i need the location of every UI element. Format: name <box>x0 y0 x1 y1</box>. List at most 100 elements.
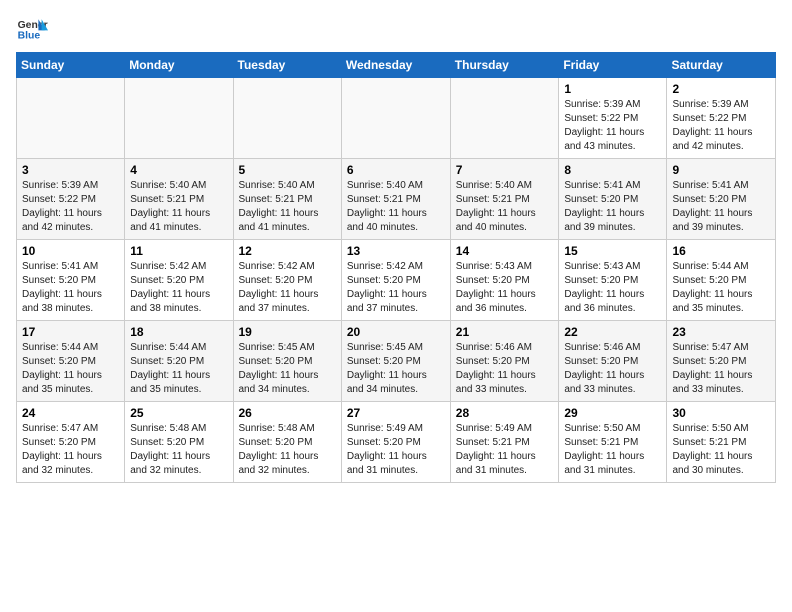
day-number: 19 <box>239 325 336 339</box>
day-info: Sunrise: 5:47 AM Sunset: 5:20 PM Dayligh… <box>672 341 770 397</box>
day-number: 21 <box>456 325 554 339</box>
day-info: Sunrise: 5:50 AM Sunset: 5:21 PM Dayligh… <box>672 422 770 478</box>
calendar-cell <box>450 78 559 159</box>
weekday-header: Saturday <box>667 53 776 78</box>
calendar-cell: 19 Sunrise: 5:45 AM Sunset: 5:20 PM Dayli… <box>233 321 341 402</box>
day-number: 1 <box>564 82 661 96</box>
day-info: Sunrise: 5:44 AM Sunset: 5:20 PM Dayligh… <box>130 341 227 397</box>
day-info: Sunrise: 5:42 AM Sunset: 5:20 PM Dayligh… <box>239 260 336 316</box>
day-info: Sunrise: 5:43 AM Sunset: 5:20 PM Dayligh… <box>564 260 661 316</box>
day-info: Sunrise: 5:42 AM Sunset: 5:20 PM Dayligh… <box>347 260 445 316</box>
calendar-cell: 27 Sunrise: 5:49 AM Sunset: 5:20 PM Dayli… <box>341 402 450 483</box>
calendar-cell: 23 Sunrise: 5:47 AM Sunset: 5:20 PM Dayli… <box>667 321 776 402</box>
calendar-week-row: 10 Sunrise: 5:41 AM Sunset: 5:20 PM Dayli… <box>17 240 776 321</box>
calendar-week-row: 3 Sunrise: 5:39 AM Sunset: 5:22 PM Daylig… <box>17 159 776 240</box>
calendar-cell: 15Sunrise: 5:43 AM Sunset: 5:20 PM Dayli… <box>559 240 667 321</box>
day-info: Sunrise: 5:41 AM Sunset: 5:20 PM Dayligh… <box>564 179 661 235</box>
day-info: Sunrise: 5:40 AM Sunset: 5:21 PM Dayligh… <box>239 179 336 235</box>
calendar-cell: 7 Sunrise: 5:40 AM Sunset: 5:21 PM Daylig… <box>450 159 559 240</box>
day-info: Sunrise: 5:46 AM Sunset: 5:20 PM Dayligh… <box>564 341 661 397</box>
day-number: 3 <box>22 163 119 177</box>
calendar-cell: 30 Sunrise: 5:50 AM Sunset: 5:21 PM Dayli… <box>667 402 776 483</box>
day-info: Sunrise: 5:39 AM Sunset: 5:22 PM Dayligh… <box>564 98 661 154</box>
calendar-cell: 1 Sunrise: 5:39 AM Sunset: 5:22 PM Daylig… <box>559 78 667 159</box>
day-number: 22 <box>564 325 661 339</box>
calendar-cell: 25 Sunrise: 5:48 AM Sunset: 5:20 PM Dayli… <box>125 402 233 483</box>
calendar-cell: 14 Sunrise: 5:43 AM Sunset: 5:20 PM Dayli… <box>450 240 559 321</box>
calendar-cell <box>341 78 450 159</box>
weekday-header: Friday <box>559 53 667 78</box>
day-number: 30 <box>672 406 770 420</box>
day-number: 20 <box>347 325 445 339</box>
day-number: 4 <box>130 163 227 177</box>
day-info: Sunrise: 5:49 AM Sunset: 5:20 PM Dayligh… <box>347 422 445 478</box>
day-info: Sunrise: 5:41 AM Sunset: 5:20 PM Dayligh… <box>22 260 119 316</box>
day-number: 18 <box>130 325 227 339</box>
weekday-header: Thursday <box>450 53 559 78</box>
day-number: 23 <box>672 325 770 339</box>
day-number: 25 <box>130 406 227 420</box>
day-info: Sunrise: 5:45 AM Sunset: 5:20 PM Dayligh… <box>239 341 336 397</box>
logo-icon: General Blue <box>16 16 48 44</box>
day-number: 7 <box>456 163 554 177</box>
day-number: 17 <box>22 325 119 339</box>
day-info: Sunrise: 5:46 AM Sunset: 5:20 PM Dayligh… <box>456 341 554 397</box>
day-info: Sunrise: 5:41 AM Sunset: 5:20 PM Dayligh… <box>672 179 770 235</box>
day-number: 27 <box>347 406 445 420</box>
calendar-cell: 21 Sunrise: 5:46 AM Sunset: 5:20 PM Dayli… <box>450 321 559 402</box>
day-info: Sunrise: 5:39 AM Sunset: 5:22 PM Dayligh… <box>22 179 119 235</box>
day-number: 16 <box>672 244 770 258</box>
day-number: 29 <box>564 406 661 420</box>
day-info: Sunrise: 5:43 AM Sunset: 5:20 PM Dayligh… <box>456 260 554 316</box>
calendar-cell <box>17 78 125 159</box>
calendar-cell <box>125 78 233 159</box>
day-info: Sunrise: 5:44 AM Sunset: 5:20 PM Dayligh… <box>672 260 770 316</box>
day-info: Sunrise: 5:39 AM Sunset: 5:22 PM Dayligh… <box>672 98 770 154</box>
svg-text:Blue: Blue <box>18 30 41 41</box>
calendar-week-row: 24 Sunrise: 5:47 AM Sunset: 5:20 PM Dayli… <box>17 402 776 483</box>
calendar-week-row: 17 Sunrise: 5:44 AM Sunset: 5:20 PM Dayli… <box>17 321 776 402</box>
weekday-header: Monday <box>125 53 233 78</box>
day-number: 14 <box>456 244 554 258</box>
calendar-cell: 12Sunrise: 5:42 AM Sunset: 5:20 PM Dayli… <box>233 240 341 321</box>
calendar-cell: 5Sunrise: 5:40 AM Sunset: 5:21 PM Daylig… <box>233 159 341 240</box>
day-number: 24 <box>22 406 119 420</box>
day-number: 9 <box>672 163 770 177</box>
page-header: General Blue <box>16 16 776 44</box>
weekday-header: Tuesday <box>233 53 341 78</box>
calendar-cell: 24 Sunrise: 5:47 AM Sunset: 5:20 PM Dayli… <box>17 402 125 483</box>
day-number: 13 <box>347 244 445 258</box>
calendar-cell: 17 Sunrise: 5:44 AM Sunset: 5:20 PM Dayli… <box>17 321 125 402</box>
day-info: Sunrise: 5:40 AM Sunset: 5:21 PM Dayligh… <box>347 179 445 235</box>
logo: General Blue <box>16 16 48 44</box>
calendar-cell: 9 Sunrise: 5:41 AM Sunset: 5:20 PM Daylig… <box>667 159 776 240</box>
weekday-header: Sunday <box>17 53 125 78</box>
calendar-cell <box>233 78 341 159</box>
calendar-cell: 4 Sunrise: 5:40 AM Sunset: 5:21 PM Daylig… <box>125 159 233 240</box>
calendar-cell: 10 Sunrise: 5:41 AM Sunset: 5:20 PM Dayli… <box>17 240 125 321</box>
day-info: Sunrise: 5:40 AM Sunset: 5:21 PM Dayligh… <box>456 179 554 235</box>
calendar-cell: 29 Sunrise: 5:50 AM Sunset: 5:21 PM Dayli… <box>559 402 667 483</box>
calendar-cell: 26Sunrise: 5:48 AM Sunset: 5:20 PM Dayli… <box>233 402 341 483</box>
calendar-cell: 16 Sunrise: 5:44 AM Sunset: 5:20 PM Dayli… <box>667 240 776 321</box>
weekday-header: Wednesday <box>341 53 450 78</box>
day-info: Sunrise: 5:48 AM Sunset: 5:20 PM Dayligh… <box>130 422 227 478</box>
weekday-header-row: SundayMondayTuesdayWednesdayThursdayFrid… <box>17 53 776 78</box>
day-info: Sunrise: 5:50 AM Sunset: 5:21 PM Dayligh… <box>564 422 661 478</box>
calendar-cell: 13 Sunrise: 5:42 AM Sunset: 5:20 PM Dayli… <box>341 240 450 321</box>
day-info: Sunrise: 5:40 AM Sunset: 5:21 PM Dayligh… <box>130 179 227 235</box>
day-info: Sunrise: 5:48 AM Sunset: 5:20 PM Dayligh… <box>239 422 336 478</box>
calendar-week-row: 1 Sunrise: 5:39 AM Sunset: 5:22 PM Daylig… <box>17 78 776 159</box>
day-info: Sunrise: 5:45 AM Sunset: 5:20 PM Dayligh… <box>347 341 445 397</box>
day-info: Sunrise: 5:47 AM Sunset: 5:20 PM Dayligh… <box>22 422 119 478</box>
calendar-cell: 2 Sunrise: 5:39 AM Sunset: 5:22 PM Daylig… <box>667 78 776 159</box>
calendar-cell: 11Sunrise: 5:42 AM Sunset: 5:20 PM Dayli… <box>125 240 233 321</box>
calendar-cell: 22 Sunrise: 5:46 AM Sunset: 5:20 PM Dayli… <box>559 321 667 402</box>
day-number: 8 <box>564 163 661 177</box>
day-number: 2 <box>672 82 770 96</box>
day-number: 10 <box>22 244 119 258</box>
calendar-cell: 20 Sunrise: 5:45 AM Sunset: 5:20 PM Dayli… <box>341 321 450 402</box>
calendar-cell: 18 Sunrise: 5:44 AM Sunset: 5:20 PM Dayli… <box>125 321 233 402</box>
calendar-cell: 28Sunrise: 5:49 AM Sunset: 5:21 PM Dayli… <box>450 402 559 483</box>
day-info: Sunrise: 5:44 AM Sunset: 5:20 PM Dayligh… <box>22 341 119 397</box>
